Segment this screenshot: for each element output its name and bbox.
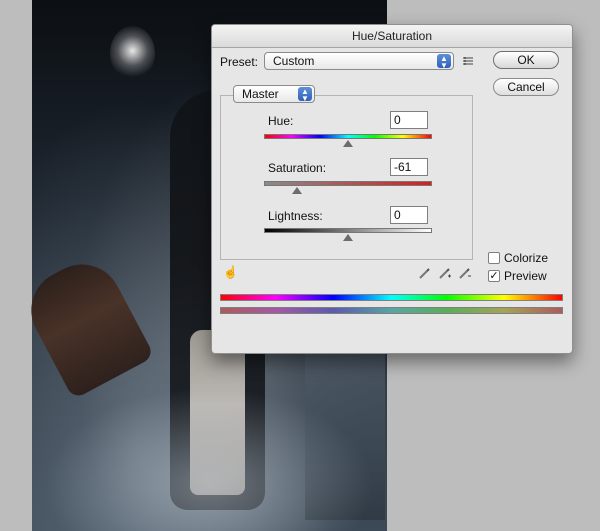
hue-saturation-dialog: Hue/Saturation Preset: Custom ▲ ▼ OK Can…: [211, 24, 573, 354]
lightness-slider-track[interactable]: [264, 228, 432, 233]
output-color-range-bar: [220, 307, 563, 314]
colorize-checkbox[interactable]: [488, 252, 500, 264]
artwork-mist: [32, 380, 387, 531]
eyedropper-svg: [419, 268, 430, 279]
channel-dropdown[interactable]: Master ▲ ▼: [233, 85, 315, 103]
dialog-title: Hue/Saturation: [351, 29, 433, 43]
saturation-slider-track[interactable]: [264, 181, 432, 186]
lightness-label: Lightness:: [268, 209, 323, 223]
preset-label: Preset:: [220, 55, 259, 69]
chevron-up-down-icon: ▲ ▼: [298, 87, 312, 102]
eyedropper-icon[interactable]: [418, 266, 432, 280]
preset-value: Custom: [273, 54, 315, 68]
channel-value: Master: [242, 87, 279, 101]
preset-options-svg: [463, 57, 473, 65]
hue-slider-track[interactable]: [264, 134, 432, 139]
saturation-label: Saturation:: [268, 161, 327, 175]
lightness-input[interactable]: 0: [390, 206, 428, 224]
eyedropper-add-icon[interactable]: [438, 266, 452, 280]
saturation-input[interactable]: -61: [390, 158, 428, 176]
eyedropper-add-svg: [439, 268, 451, 279]
colorize-label[interactable]: Colorize: [504, 251, 548, 265]
input-color-range-bar: [220, 294, 563, 301]
eyedropper-subtract-svg: [459, 268, 471, 279]
hue-slider-thumb[interactable]: [343, 140, 353, 147]
hue-label: Hue:: [268, 114, 294, 128]
eyedropper-subtract-icon[interactable]: [458, 266, 472, 280]
preview-label[interactable]: Preview: [504, 269, 547, 283]
ok-button[interactable]: OK: [493, 51, 559, 69]
targeted-adjustment-hand-icon[interactable]: ☝: [223, 265, 238, 279]
preset-options-icon[interactable]: [461, 54, 475, 68]
hue-input[interactable]: 0: [390, 111, 428, 129]
preview-checkbox[interactable]: ✓: [488, 270, 500, 282]
ok-button-label: OK: [517, 53, 535, 67]
saturation-slider-thumb[interactable]: [291, 187, 302, 194]
workspace: Hue/Saturation Preset: Custom ▲ ▼ OK Can…: [0, 0, 600, 531]
artwork-smoke-glow: [110, 26, 155, 81]
chevron-up-down-icon: ▲ ▼: [437, 54, 451, 69]
preset-dropdown[interactable]: Custom ▲ ▼: [264, 52, 454, 70]
lightness-slider-thumb[interactable]: [343, 234, 353, 241]
cancel-button[interactable]: Cancel: [493, 78, 559, 96]
dialog-title-bar[interactable]: Hue/Saturation: [212, 25, 572, 48]
cancel-button-label: Cancel: [507, 80, 545, 94]
